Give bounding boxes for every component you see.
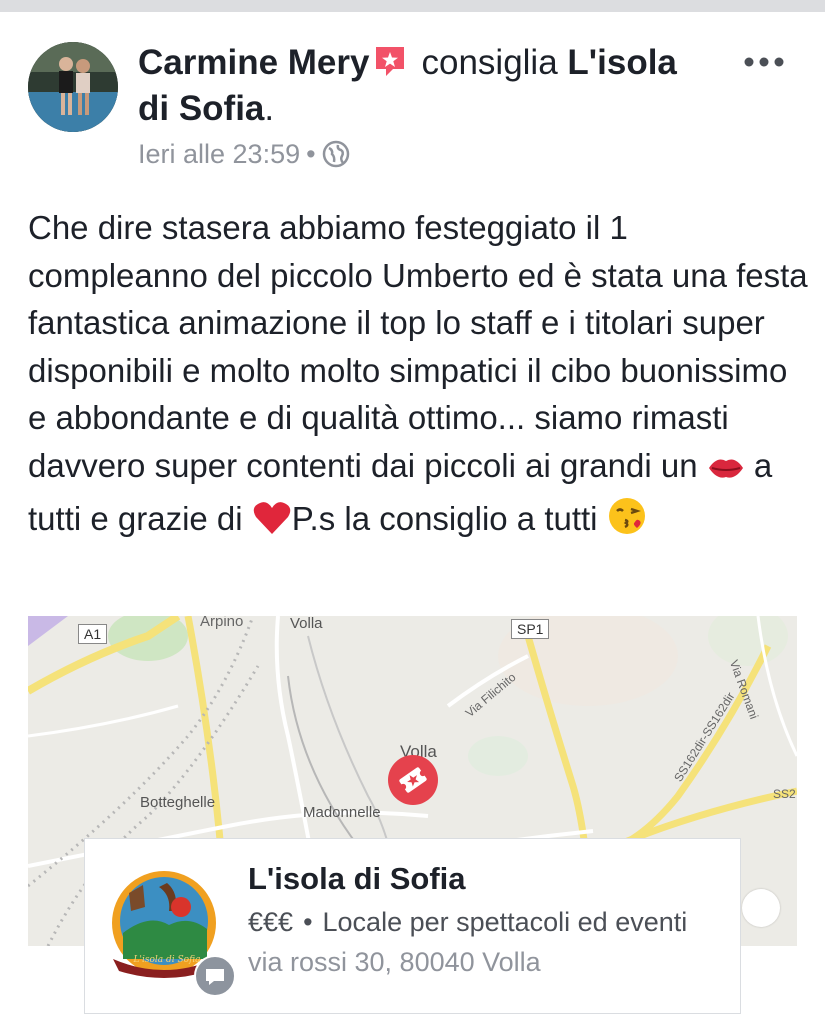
post-author-line: Carmine Mery consiglia L'isola di Sofia. (138, 40, 738, 132)
heart-emoji (252, 500, 292, 549)
more-dots-icon[interactable] (742, 52, 786, 72)
post-text-part-3: P.s la consiglio a tutti (291, 500, 607, 537)
timestamp[interactable]: Ieri alle 23:59 (138, 139, 300, 169)
map-shield-sp1: SP1 (511, 619, 550, 639)
price-range: €€€ (248, 907, 294, 937)
map-label-botteghelle: Botteghelle (140, 794, 216, 811)
info-separator: • (303, 907, 313, 937)
post-header: Carmine Mery consiglia L'isola di Sofia. I… (0, 12, 825, 182)
map-pin-ticket-icon[interactable] (387, 754, 439, 806)
action-verb: consiglia (421, 43, 558, 82)
map-label-madonnelle: Madonnelle (303, 804, 381, 821)
map-label-ss2: SS2 (773, 787, 796, 801)
map-control-button[interactable] (742, 889, 780, 927)
avatar[interactable] (28, 42, 118, 132)
author-name[interactable]: Carmine Mery (138, 43, 369, 82)
message-icon[interactable] (194, 955, 236, 997)
place-info: €€€ • Locale per spettacoli ed eventi (248, 907, 687, 938)
period: . (264, 89, 275, 128)
map-label-arpino: Arpino (200, 616, 244, 630)
map-shield-a1: A1 (78, 624, 108, 644)
globe-icon[interactable] (322, 140, 350, 168)
top-divider (0, 0, 825, 12)
place-title[interactable]: L'isola di Sofia (248, 861, 466, 897)
kiss-face-emoji (607, 496, 647, 549)
place-address: via rossi 30, 80040 Volla (248, 947, 541, 977)
place-card[interactable]: L'isola di Sofia L'isola di Sofia €€€ • Lo… (84, 838, 741, 1014)
place-category: Locale per spettacoli ed eventi (322, 907, 688, 937)
meta-separator: • (306, 139, 316, 169)
recommendation-badge-icon (373, 44, 407, 78)
post-body-text: Che dire stasera abbiamo festeggiato il … (28, 204, 808, 549)
map-label-volla-top: Volla (290, 616, 323, 632)
post-meta: Ieri alle 23:59 • (138, 138, 350, 170)
post-text-part-1: Che dire stasera abbiamo festeggiato il … (28, 209, 808, 484)
kiss-lips-emoji (707, 448, 745, 496)
